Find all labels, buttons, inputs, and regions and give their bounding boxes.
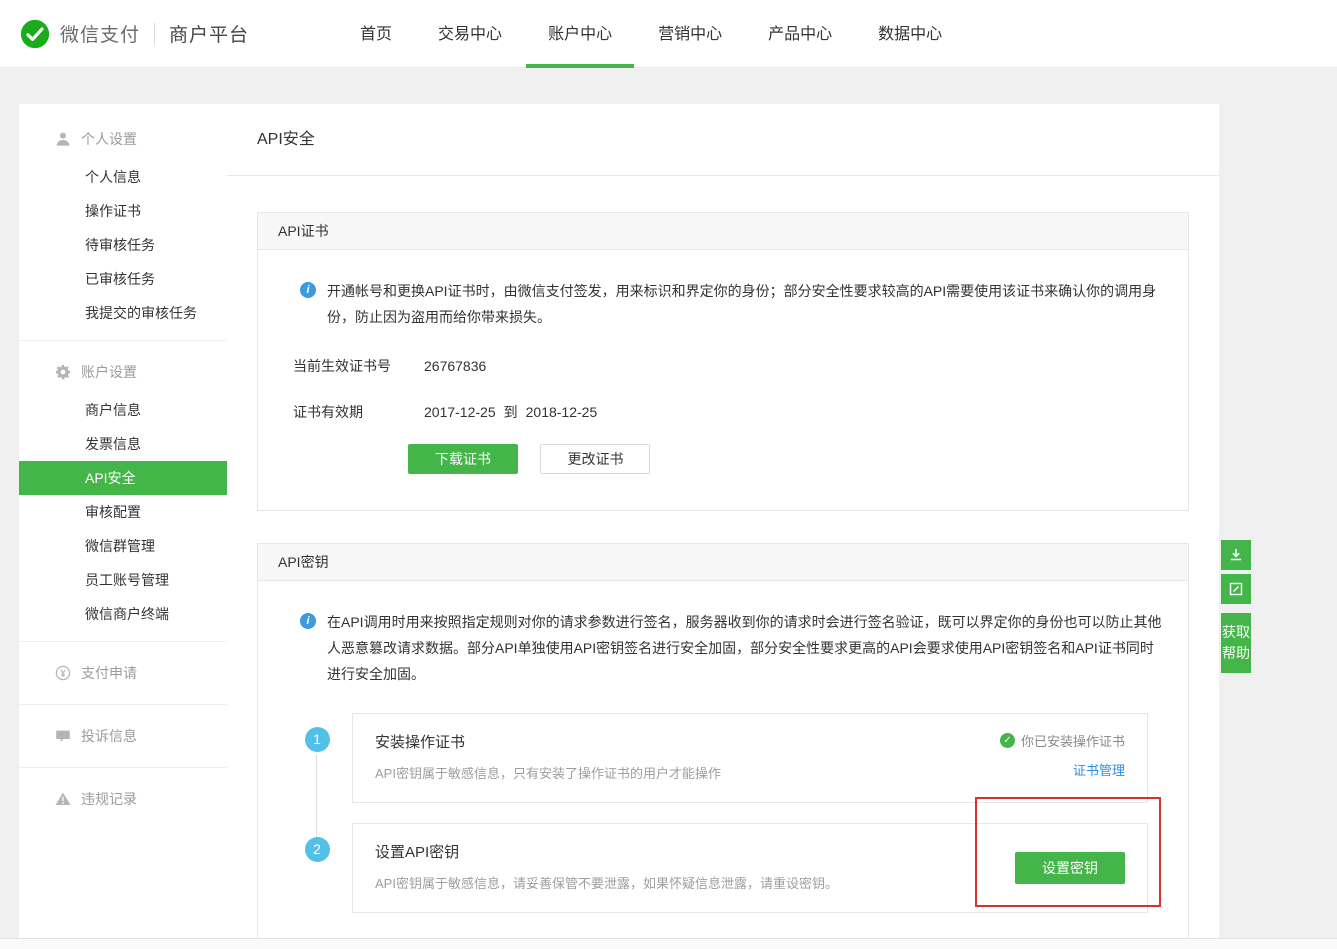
nav-item-product-center[interactable]: 产品中心 bbox=[746, 0, 854, 68]
cert-validity-end: 2018-12-25 bbox=[526, 404, 598, 420]
step-2-box: 设置API密钥 API密钥属于敏感信息，请妥善保管不要泄露，如果怀疑信息泄露，请… bbox=[352, 823, 1148, 913]
sidebar-group-personal-settings[interactable]: 个人设置 bbox=[19, 118, 227, 160]
api-key-section-title: API密钥 bbox=[257, 543, 1189, 581]
api-cert-info-text: 开通帐号和更换API证书时，由微信支付签发，用来标识和界定你的身份；部分安全性要… bbox=[327, 278, 1164, 330]
cert-number-label: 当前生效证书号 bbox=[293, 356, 408, 376]
user-icon bbox=[55, 131, 71, 147]
footer-strip bbox=[0, 938, 1337, 949]
cert-validity-start: 2017-12-25 bbox=[424, 404, 496, 420]
info-icon: i bbox=[300, 282, 316, 298]
info-icon: i bbox=[300, 613, 316, 629]
sidebar-group-label: 违规记录 bbox=[81, 789, 137, 809]
sidebar-divider bbox=[19, 340, 227, 341]
api-cert-section: API证书 i 开通帐号和更换API证书时，由微信支付签发，用来标识和界定你的身… bbox=[257, 212, 1189, 511]
sidebar-group-complaint-info[interactable]: 投诉信息 bbox=[19, 715, 227, 757]
sidebar-group-payment-application[interactable]: 支付申请 bbox=[19, 652, 227, 694]
sidebar-item-personal-info[interactable]: 个人信息 bbox=[19, 160, 227, 194]
cert-number-row: 当前生效证书号 26767836 bbox=[282, 356, 1164, 376]
nav-item-home[interactable]: 首页 bbox=[338, 0, 414, 68]
step-1-desc: API密钥属于敏感信息，只有安装了操作证书的用户才能操作 bbox=[375, 763, 721, 782]
complaint-icon bbox=[55, 728, 71, 744]
step-set-api-key: 2 设置API密钥 API密钥属于敏感信息，请妥善保管不要泄露，如果怀疑信息泄露… bbox=[282, 823, 1164, 913]
brand-separator bbox=[154, 23, 155, 45]
brand: 微信支付 商户平台 bbox=[0, 0, 249, 67]
sidebar-group-label: 账户设置 bbox=[81, 362, 137, 382]
step-install-cert: 1 安装操作证书 API密钥属于敏感信息，只有安装了操作证书的用户才能操作 bbox=[282, 713, 1164, 803]
sidebar-group-label: 投诉信息 bbox=[81, 726, 137, 746]
nav-item-transaction-center[interactable]: 交易中心 bbox=[416, 0, 524, 68]
sidebar-item-invoice-info[interactable]: 发票信息 bbox=[19, 427, 227, 461]
download-icon bbox=[1228, 547, 1244, 563]
sidebar-group-label: 个人设置 bbox=[81, 129, 137, 149]
sidebar-group-account-settings[interactable]: 账户设置 bbox=[19, 351, 227, 393]
nav-item-data-center[interactable]: 数据中心 bbox=[856, 0, 964, 68]
set-api-key-button[interactable]: 设置密钥 bbox=[1015, 852, 1125, 884]
cert-number-value: 26767836 bbox=[424, 358, 486, 374]
top-nav: 首页 交易中心 账户中心 营销中心 产品中心 数据中心 bbox=[337, 0, 965, 67]
nav-item-account-center[interactable]: 账户中心 bbox=[526, 0, 634, 68]
cert-installed-status: ✓ 你已安装操作证书 bbox=[1000, 731, 1125, 750]
sidebar-item-wechat-group-mgmt[interactable]: 微信群管理 bbox=[19, 529, 227, 563]
sidebar-item-wechat-merchant-terminal[interactable]: 微信商户终端 bbox=[19, 597, 227, 631]
help-panel: 获取帮助 bbox=[1221, 540, 1251, 673]
sidebar-item-staff-account-mgmt[interactable]: 员工账号管理 bbox=[19, 563, 227, 597]
download-help-button[interactable] bbox=[1221, 540, 1251, 570]
sidebar-divider bbox=[19, 641, 227, 642]
gear-icon bbox=[55, 364, 71, 380]
sidebar-item-review-config[interactable]: 审核配置 bbox=[19, 495, 227, 529]
wechat-pay-logo-icon bbox=[20, 19, 50, 49]
step-1-badge: 1 bbox=[305, 727, 330, 752]
check-icon: ✓ bbox=[1000, 733, 1015, 748]
sidebar-item-pending-tasks[interactable]: 待审核任务 bbox=[19, 228, 227, 262]
cert-validity-joiner: 到 bbox=[504, 402, 518, 422]
sidebar-group-violation-records[interactable]: 违规记录 bbox=[19, 778, 227, 820]
page: 微信支付 商户平台 首页 交易中心 账户中心 营销中心 产品中心 数据中心 个人… bbox=[0, 0, 1337, 949]
sidebar-divider bbox=[19, 704, 227, 705]
top-header: 微信支付 商户平台 首页 交易中心 账户中心 营销中心 产品中心 数据中心 bbox=[0, 0, 1337, 68]
change-cert-button[interactable]: 更改证书 bbox=[540, 444, 650, 474]
cert-installed-text: 你已安装操作证书 bbox=[1021, 731, 1125, 750]
cert-validity-label: 证书有效期 bbox=[293, 402, 408, 422]
sidebar: 个人设置 个人信息 操作证书 待审核任务 已审核任务 我提交的审核任务 账户设置… bbox=[19, 104, 227, 949]
brand-platform: 商户平台 bbox=[169, 20, 249, 47]
cert-validity-row: 证书有效期 2017-12-25 到 2018-12-25 bbox=[282, 402, 1164, 422]
feedback-help-button[interactable] bbox=[1221, 574, 1251, 604]
layout: 个人设置 个人信息 操作证书 待审核任务 已审核任务 我提交的审核任务 账户设置… bbox=[19, 104, 1219, 949]
api-key-info-text: 在API调用时用来按照指定规则对你的请求参数进行签名，服务器收到你的请求时会进行… bbox=[327, 609, 1164, 687]
step-1-box: 安装操作证书 API密钥属于敏感信息，只有安装了操作证书的用户才能操作 ✓ 你已… bbox=[352, 713, 1148, 803]
page-title: API安全 bbox=[227, 104, 1219, 176]
step-2-badge: 2 bbox=[305, 837, 330, 862]
step-1-title: 安装操作证书 bbox=[375, 731, 721, 752]
feedback-edit-icon bbox=[1228, 581, 1244, 597]
download-cert-button[interactable]: 下载证书 bbox=[408, 444, 518, 474]
api-key-steps: 1 安装操作证书 API密钥属于敏感信息，只有安装了操作证书的用户才能操作 bbox=[282, 713, 1164, 913]
payment-icon bbox=[55, 665, 71, 681]
step-2-desc: API密钥属于敏感信息，请妥善保管不要泄露，如果怀疑信息泄露，请重设密钥。 bbox=[375, 873, 838, 892]
cert-management-link[interactable]: 证书管理 bbox=[1073, 760, 1125, 779]
api-cert-section-title: API证书 bbox=[257, 212, 1189, 250]
sidebar-item-operation-cert[interactable]: 操作证书 bbox=[19, 194, 227, 228]
sidebar-item-reviewed-tasks[interactable]: 已审核任务 bbox=[19, 262, 227, 296]
sidebar-divider bbox=[19, 767, 227, 768]
main-content: API安全 API证书 i 开通帐号和更换API证书时，由微信支付签发，用来标识… bbox=[227, 104, 1219, 949]
sidebar-item-api-security[interactable]: API安全 bbox=[19, 461, 227, 495]
sidebar-item-my-submitted-tasks[interactable]: 我提交的审核任务 bbox=[19, 296, 227, 330]
brand-name: 微信支付 bbox=[60, 20, 140, 47]
step-2-title: 设置API密钥 bbox=[375, 841, 838, 862]
nav-item-marketing-center[interactable]: 营销中心 bbox=[636, 0, 744, 68]
get-help-button[interactable]: 获取帮助 bbox=[1221, 613, 1251, 673]
sidebar-group-label: 支付申请 bbox=[81, 663, 137, 683]
api-key-section: API密钥 i 在API调用时用来按照指定规则对你的请求参数进行签名，服务器收到… bbox=[257, 543, 1189, 949]
warning-icon bbox=[55, 791, 71, 807]
sidebar-item-merchant-info[interactable]: 商户信息 bbox=[19, 393, 227, 427]
